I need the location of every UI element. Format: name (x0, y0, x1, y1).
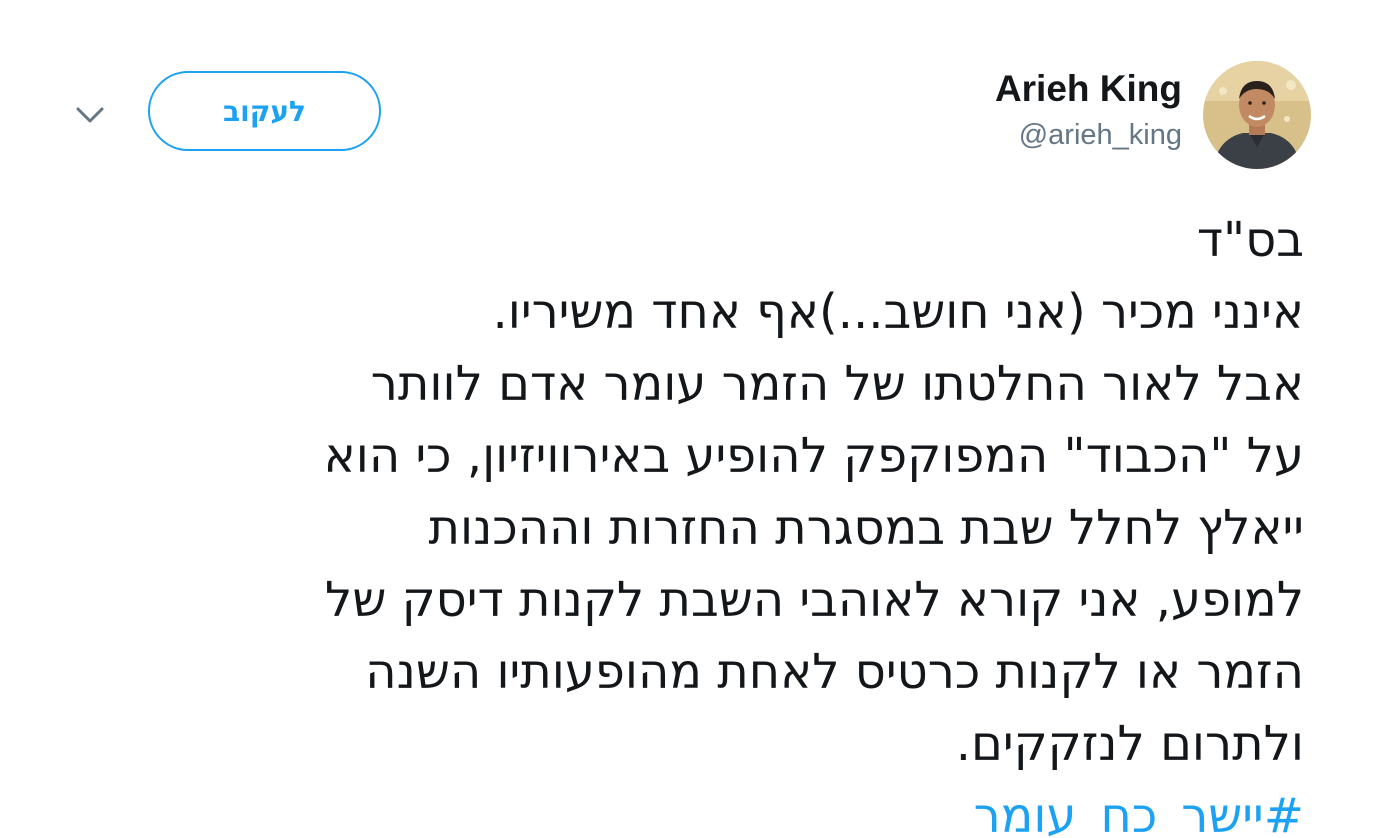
tweet-line: הזמר או לקנות כרטיס לאחת מהופעותיו השנה (365, 644, 1304, 700)
tweet-line: ולתרום לנזקקים. (955, 716, 1304, 772)
tweet-card: Arieh King @arieh_king לעקוב בס"ד אינני … (0, 0, 1400, 838)
chevron-down-icon[interactable] (70, 95, 110, 135)
tweet-line: ייאלץ לחלל שבת במסגרת החזרות וההכנות (428, 500, 1304, 556)
tweet-line: אבל לאור החלטתו של הזמר עומר אדם לוותר (370, 356, 1304, 412)
follow-button[interactable]: לעקוב (148, 71, 381, 151)
tweet-line: בס"ד (1196, 212, 1304, 268)
tweet-line: למופע, אני קורא לאוהבי השבת לקנות דיסק ש… (325, 572, 1304, 628)
tweet-text: בס"ד אינני מכיר (אני חושב...)אף אחד משיר… (44, 204, 1304, 838)
tweet-line: על "הכבוד" המפוקפק להופיע באירוויזיון, כ… (323, 428, 1304, 484)
author-name[interactable]: Arieh King (995, 68, 1182, 110)
hashtag-link[interactable]: #יישר_כח_עומר (44, 780, 1304, 838)
author-avatar[interactable] (1203, 61, 1311, 169)
author-handle[interactable]: @arieh_king (1019, 119, 1182, 152)
tweet-line: אינני מכיר (אני חושב...)אף אחד משיריו. (492, 284, 1305, 340)
profile-photo (1203, 61, 1311, 169)
